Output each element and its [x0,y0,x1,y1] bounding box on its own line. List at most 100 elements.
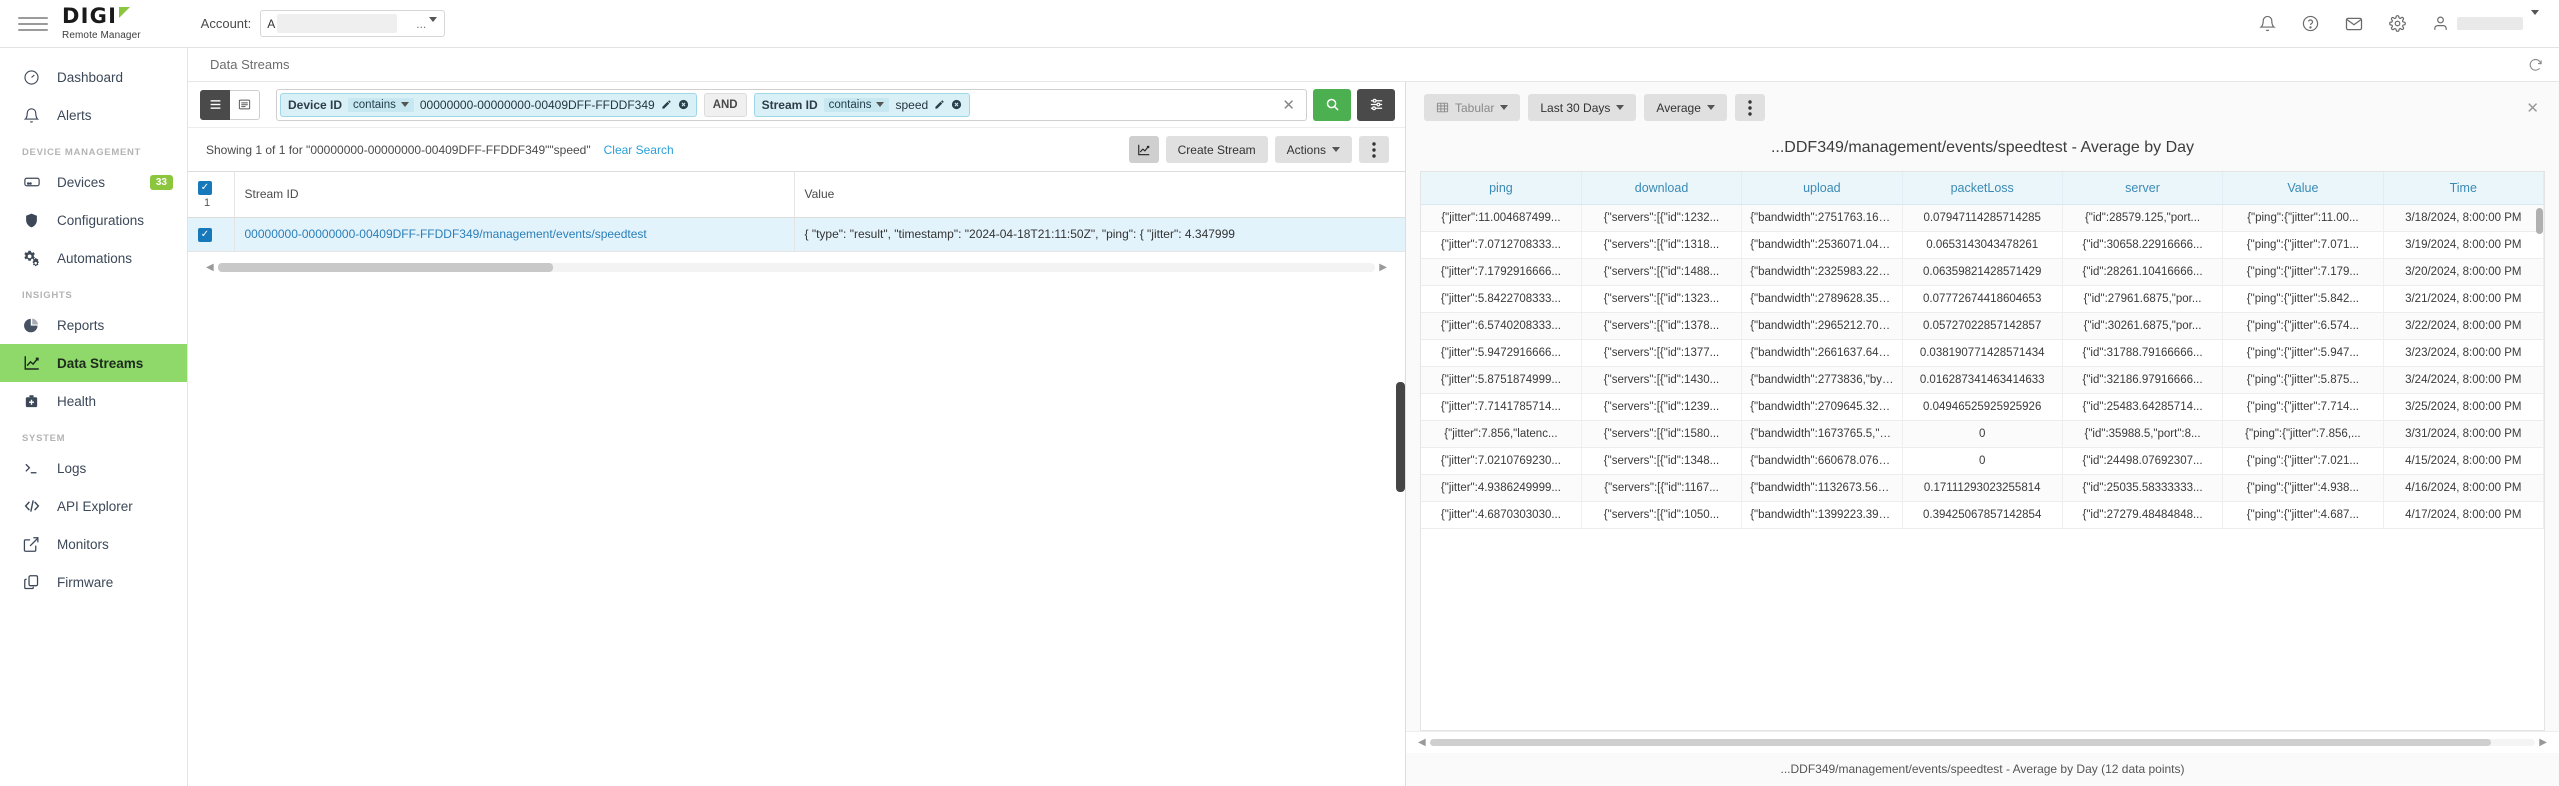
sidebar-item-configurations[interactable]: Configurations [0,201,187,239]
select-all-checkbox[interactable]: ✓ [198,180,212,195]
row-checkbox[interactable]: ✓ [198,227,212,242]
brand-logo[interactable]: DIGI Remote Manager [62,6,141,42]
sidebar-item-logs[interactable]: Logs [0,449,187,487]
detail-view-icon[interactable] [230,89,260,120]
scroll-track[interactable] [1429,739,2536,746]
streams-horizontal-scrollbar[interactable]: ◀ ▶ [188,252,1405,273]
sidebar-item-health[interactable]: Health [0,382,187,420]
scroll-track[interactable] [217,262,1376,272]
chart-table-row[interactable]: {"jitter":5.8751874999... {"servers":[{"i… [1421,366,2545,394]
column-header-download[interactable]: download [1581,172,1743,205]
chart-cell-server: {"id":35988.5,"port":8... [2062,420,2224,448]
clear-search-link[interactable]: Clear Search [604,143,674,157]
sidebar-item-devices[interactable]: Devices 33 [0,163,187,201]
scroll-thumb[interactable] [217,262,554,272]
search-button[interactable] [1313,88,1351,121]
edit-pencil-icon[interactable] [661,99,672,110]
chart-table-row[interactable]: {"jitter":6.5740208333... {"servers":[{"i… [1421,312,2545,340]
filter-input-area[interactable]: Device ID contains 00000000-00000000-004… [276,88,1307,121]
sidebar-item-firmware[interactable]: Firmware [0,563,187,601]
stream-id-link[interactable]: 00000000-00000000-00409DFF-FFDDF349/mana… [245,227,647,241]
chip-operator[interactable]: contains [823,97,890,112]
sidebar-item-alerts[interactable]: Alerts [0,96,187,134]
filter-chip-stream-id[interactable]: Stream ID contains speed [753,92,971,117]
chart-cell-value: {"ping":{"jitter":7.714... [2222,393,2384,421]
create-stream-button[interactable]: Create Stream [1165,136,1268,163]
chart-table-row[interactable]: {"jitter":11.004687499... {"servers":[{"i… [1421,204,2545,232]
pane-vertical-scrollbar[interactable] [1396,382,1405,492]
chart-table-row[interactable]: {"jitter":4.9386249999... {"servers":[{"i… [1421,474,2545,502]
scroll-thumb[interactable] [1429,739,2492,746]
chart-table-row[interactable]: {"jitter":7.856,"latenc... {"servers":[{"… [1421,420,2545,448]
table-row[interactable]: ✓ 00000000-00000000-00409DFF-FFDDF349/ma… [188,217,1405,252]
column-header-ping[interactable]: ping [1421,172,1582,205]
stream-id-header[interactable]: Stream ID [234,171,795,218]
value-header[interactable]: Value [794,171,1405,218]
chart-table-row[interactable]: {"jitter":7.0210769230... {"servers":[{"i… [1421,447,2545,475]
chart-toolbar: Tabular Last 30 Days Average ✕ [1406,82,2559,121]
hamburger-menu-icon[interactable] [18,16,48,31]
chart-vertical-scrollbar[interactable] [2536,208,2543,234]
column-header-time[interactable]: Time [2383,172,2545,205]
notification-bell-icon[interactable] [2259,15,2276,32]
chart-cell-download: {"servers":[{"id":1323... [1581,285,1743,313]
sidebar-item-label: Health [57,393,97,409]
column-header-packetloss[interactable]: packetLoss [1902,172,2063,205]
chart-table-row[interactable]: {"jitter":4.6870303030... {"servers":[{"i… [1421,501,2545,529]
filter-chip-device-id[interactable]: Device ID contains 00000000-00000000-004… [280,92,697,117]
column-header-upload[interactable]: upload [1741,172,1903,205]
scroll-left-icon[interactable]: ◀ [1414,737,1430,748]
scroll-right-icon[interactable]: ▶ [1375,262,1391,273]
chart-cell-server: {"id":30658.22916666... [2062,231,2224,259]
chart-cell-upload: {"bandwidth":1132673.5625... [1741,474,1903,502]
sidebar-item-reports[interactable]: Reports [0,306,187,344]
aggregate-label: Average [1656,100,1701,115]
chart-table-row[interactable]: {"jitter":7.1792916666... {"servers":[{"i… [1421,258,2545,286]
more-options-button[interactable] [1359,136,1389,163]
chart-table-row[interactable]: {"jitter":5.8422708333... {"servers":[{"i… [1421,285,2545,313]
user-menu[interactable] [2432,9,2539,33]
aggregate-button[interactable]: Average [1644,94,1727,121]
chart-table-row[interactable]: {"jitter":7.7141785714... {"servers":[{"i… [1421,393,2545,421]
scroll-right-icon[interactable]: ▶ [2535,737,2551,748]
mail-icon[interactable] [2345,15,2363,33]
gear-icon[interactable] [2389,15,2406,32]
scroll-left-icon[interactable]: ◀ [202,262,218,273]
sidebar-item-api-explorer[interactable]: API Explorer [0,487,187,525]
remove-chip-icon[interactable] [951,99,962,110]
view-mode-button[interactable]: Tabular [1424,94,1521,121]
chart-table-row[interactable]: {"jitter":7.0712708333... {"servers":[{"i… [1421,231,2545,259]
column-header-server[interactable]: server [2062,172,2224,205]
sidebar-item-monitors[interactable]: Monitors [0,525,187,563]
chart-cell-time: 4/16/2024, 8:00:00 PM [2383,474,2545,502]
sidebar-section-system: SYSTEM [22,433,66,444]
chevron-down-icon[interactable] [429,17,438,36]
sidebar-section-insights: INSIGHTS [22,290,73,301]
actions-button[interactable]: Actions [1274,136,1352,163]
remove-chip-icon[interactable] [678,99,689,110]
edit-pencil-icon[interactable] [934,99,945,110]
time-range-button[interactable]: Last 30 Days [1528,94,1637,121]
chart-table-row[interactable]: {"jitter":5.9472916666... {"servers":[{"i… [1421,339,2545,367]
filter-settings-button[interactable] [1357,88,1395,121]
close-panel-icon[interactable]: ✕ [2526,99,2545,117]
sidebar-item-data-streams[interactable]: Data Streams [0,344,187,382]
sidebar-item-automations[interactable]: Automations [0,239,187,277]
chart-cell-value: {"ping":{"jitter":4.687... [2222,501,2384,529]
account-label: Account: [200,16,252,31]
column-header-value[interactable]: Value [2222,172,2384,205]
filter-conjunction[interactable]: AND [703,92,747,117]
account-dropdown[interactable]: A ... [260,10,446,37]
chart-horizontal-scrollbar[interactable]: ◀ ▶ [1406,731,2559,753]
help-icon[interactable] [2302,15,2319,32]
sidebar-item-dashboard[interactable]: Dashboard [0,58,187,96]
chart-cell-upload: {"bandwidth":2751763.1666... [1741,204,1903,232]
chart-cell-server: {"id":28579.125,"port... [2062,204,2224,232]
chip-operator[interactable]: contains [348,97,414,112]
clear-filters-icon[interactable]: ✕ [1274,96,1303,114]
sidebar-item-label: Configurations [57,212,145,228]
chart-toggle-button[interactable] [1128,136,1159,163]
list-view-icon[interactable] [200,89,230,120]
chart-more-options-button[interactable] [1734,94,1765,121]
refresh-icon[interactable] [2528,57,2543,72]
